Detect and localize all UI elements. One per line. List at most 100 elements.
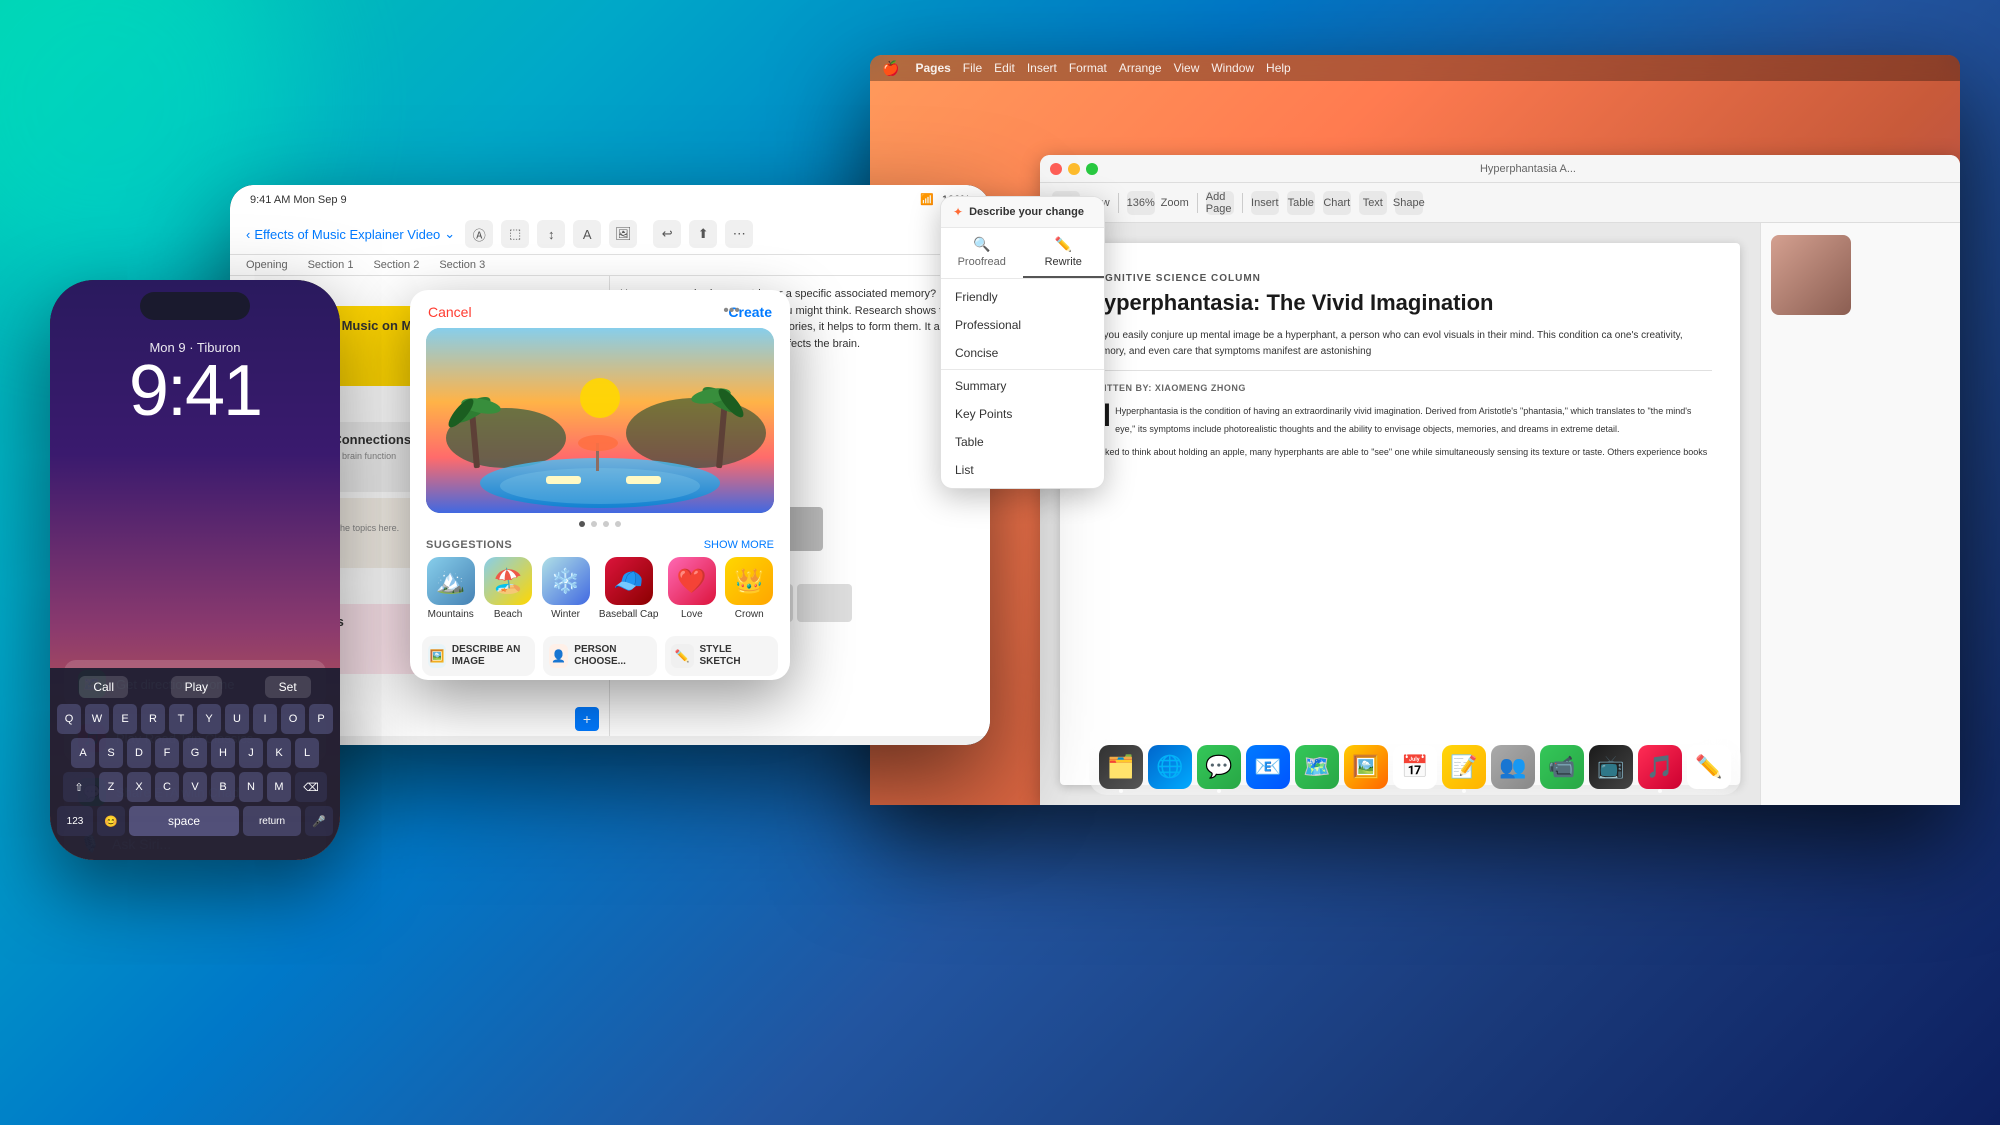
person-choose-btn[interactable]: 👤 PERSON CHOOSE... [543,636,656,676]
menu-help[interactable]: Help [1266,61,1291,75]
key-j[interactable]: J [239,738,263,768]
call-btn[interactable]: Call [79,676,128,698]
suggestion-love[interactable]: ❤️ Love [668,557,716,620]
toolbar-undo[interactable]: ↩ [653,220,681,248]
shape-button[interactable]: Shape [1395,191,1423,215]
dock-freeform[interactable]: ✏️ [1687,745,1731,789]
wt-item-list[interactable]: List [941,456,1104,484]
dock-notes[interactable]: 📝 [1442,745,1486,789]
dock-contacts[interactable]: 👥 [1491,745,1535,789]
key-o[interactable]: O [281,704,305,734]
zoom-button[interactable]: 136% [1127,191,1155,215]
modal-cancel-button[interactable]: Cancel [428,304,472,320]
key-space[interactable]: space [129,806,239,836]
key-h[interactable]: H [211,738,235,768]
dock-maps[interactable]: 🗺️ [1295,745,1339,789]
dock-mail[interactable]: 📧 [1246,745,1290,789]
menu-arrange[interactable]: Arrange [1119,61,1162,75]
wt-item-table[interactable]: Table [941,428,1104,456]
key-i[interactable]: I [253,704,277,734]
toolbar-icon-1[interactable]: Ⓐ [465,220,493,248]
add-page-button[interactable]: Add Page [1206,191,1234,215]
dot-4[interactable] [615,521,621,527]
table-button[interactable]: Table [1287,191,1315,215]
key-m[interactable]: M [267,772,291,802]
tab-section3[interactable]: Section 3 [439,259,485,271]
dot-1[interactable] [579,521,585,527]
key-emoji[interactable]: 😊 [97,806,125,836]
tab-section1[interactable]: Section 1 [308,259,354,271]
key-v[interactable]: V [183,772,207,802]
menu-format[interactable]: Format [1069,61,1107,75]
wt-item-concise[interactable]: Concise [941,339,1104,367]
menu-window[interactable]: Window [1211,61,1254,75]
key-u[interactable]: U [225,704,249,734]
key-p[interactable]: P [309,704,333,734]
tab-section2[interactable]: Section 2 [373,259,419,271]
modal-options-icon[interactable]: ••• [723,302,740,320]
insert-button[interactable]: Insert [1251,191,1279,215]
menu-file[interactable]: File [963,61,982,75]
suggestion-beach[interactable]: 🏖️ Beach [484,557,532,620]
key-t[interactable]: T [169,704,193,734]
dock-photos[interactable]: 🖼️ [1344,745,1388,789]
toolbar-share[interactable]: ⬆ [689,220,717,248]
dock-safari[interactable]: 🌐 [1148,745,1192,789]
set-btn[interactable]: Set [265,676,311,698]
key-s[interactable]: S [99,738,123,768]
dock-facetime[interactable]: 📹 [1540,745,1584,789]
key-c[interactable]: C [155,772,179,802]
show-more-button[interactable]: SHOW MORE [704,539,774,551]
play-btn[interactable]: Play [171,676,222,698]
key-b[interactable]: B [211,772,235,802]
story-thumb-4[interactable] [797,584,852,622]
tab-opening[interactable]: Opening [246,259,288,271]
add-new-ideas-btn[interactable]: + [575,707,599,731]
wt-item-professional[interactable]: Professional [941,311,1104,339]
key-l[interactable]: L [295,738,319,768]
toolbar-icon-2[interactable]: ⬚ [501,220,529,248]
suggestion-crown[interactable]: 👑 Crown [725,557,773,620]
suggestion-winter[interactable]: ❄️ Winter [542,557,590,620]
key-return[interactable]: return [243,806,301,836]
dock-calendar[interactable]: 📅 [1393,745,1437,789]
toolbar-icon-3[interactable]: ↕ [537,220,565,248]
key-shift[interactable]: ⇧ [63,772,95,802]
minimize-button[interactable] [1068,163,1080,175]
maximize-button[interactable] [1086,163,1098,175]
dock-launchpad[interactable]: 🗂️ [1099,745,1143,789]
suggestion-mountains[interactable]: 🏔️ Mountains [427,557,475,620]
dock-tv[interactable]: 📺 [1589,745,1633,789]
key-g[interactable]: G [183,738,207,768]
wt-tab-rewrite[interactable]: ✏️ Rewrite [1023,228,1105,278]
dock-messages[interactable]: 💬 [1197,745,1241,789]
style-sketch-btn[interactable]: ✏️ STYLE SKETCH [665,636,778,676]
dock-music[interactable]: 🎵 [1638,745,1682,789]
wt-tab-proofread[interactable]: 🔍 Proofread [941,228,1023,278]
key-w[interactable]: W [85,704,109,734]
menu-insert[interactable]: Insert [1027,61,1057,75]
wt-item-friendly[interactable]: Friendly [941,283,1104,311]
suggestion-baseball-cap[interactable]: 🧢 Baseball Cap [599,557,658,620]
wt-item-key-points[interactable]: Key Points [941,400,1104,428]
close-button[interactable] [1050,163,1062,175]
describe-image-btn[interactable]: 🖼️ DESCRIBE AN IMAGE [422,636,535,676]
key-q[interactable]: Q [57,704,81,734]
key-r[interactable]: R [141,704,165,734]
key-n[interactable]: N [239,772,263,802]
key-123[interactable]: 123 [57,806,93,836]
toolbar-icon-5[interactable]: 🖼 [609,220,637,248]
menu-edit[interactable]: Edit [994,61,1015,75]
toolbar-more[interactable]: ⋯ [725,220,753,248]
text-button[interactable]: Text [1359,191,1387,215]
key-x[interactable]: X [127,772,151,802]
key-a[interactable]: A [71,738,95,768]
key-f[interactable]: F [155,738,179,768]
key-mic[interactable]: 🎤 [305,806,333,836]
chart-button[interactable]: Chart [1323,191,1351,215]
ipad-back-button[interactable]: ‹ Effects of Music Explainer Video ⌄ [246,226,455,242]
key-z[interactable]: Z [99,772,123,802]
key-d[interactable]: D [127,738,151,768]
dot-2[interactable] [591,521,597,527]
key-k[interactable]: K [267,738,291,768]
